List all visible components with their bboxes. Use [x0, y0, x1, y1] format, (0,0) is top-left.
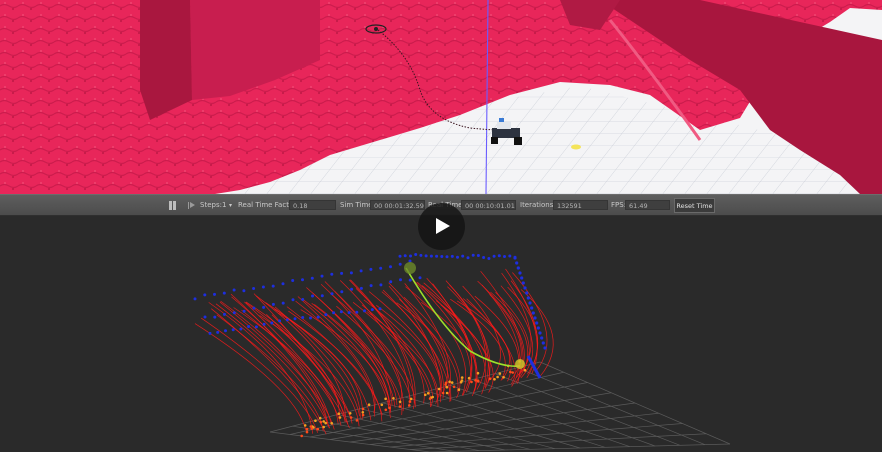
iterations-label: Iterations:: [520, 201, 556, 209]
video-play-button[interactable]: [418, 203, 465, 250]
steps-value[interactable]: 1: [222, 200, 226, 211]
real-time-field: 00 00:10:01.015: [461, 200, 516, 210]
steps-label: Steps:: [200, 201, 222, 209]
sim-time-field: 00 00:01:32.590: [370, 200, 425, 210]
chevron-down-icon[interactable]: ▾: [229, 200, 232, 211]
robot-goal-marker: [515, 359, 525, 369]
fps-label: FPS:: [611, 201, 627, 209]
pause-icon[interactable]: [168, 200, 177, 211]
candidate-trajectories: [194, 268, 554, 435]
step-forward-icon[interactable]: [188, 200, 196, 211]
rviz-3d-viewport[interactable]: [0, 216, 882, 452]
terrain-wall-shadow: [140, 0, 192, 120]
play-icon: [436, 218, 450, 234]
gazebo-scene: [0, 0, 882, 194]
gazebo-3d-viewport[interactable]: [0, 0, 882, 194]
iterations-field: 132591: [553, 200, 608, 210]
real-time-factor-field: 0.18: [289, 200, 336, 210]
rviz-scene: [193, 253, 731, 452]
robot-position-marker: [404, 262, 416, 274]
goal-marker: [571, 144, 581, 150]
reset-time-button[interactable]: Reset Time: [674, 198, 715, 213]
fps-field: 61.49: [625, 200, 670, 210]
